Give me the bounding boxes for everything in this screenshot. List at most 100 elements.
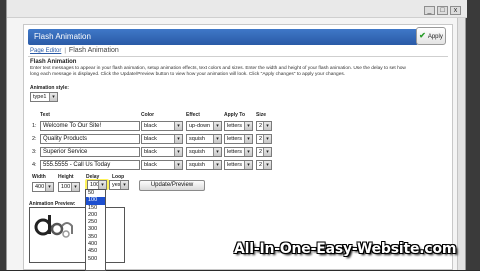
apply-to-select-4[interactable]: letters ▾ [224,160,253,170]
color-value: black [144,136,157,142]
chevron-down-icon: ▾ [244,161,252,169]
animation-style-select[interactable]: type1 ▾ [30,92,58,102]
chevron-down-icon: ▾ [263,161,271,169]
effect-value: squish [189,136,205,142]
apply-to-value: letters [227,123,242,129]
apply-to-select-3[interactable]: letters ▾ [224,147,253,157]
delay-option[interactable]: 300 [86,226,105,233]
update-preview-button[interactable]: Update/Preview [139,180,205,191]
apply-to-select-2[interactable]: letters ▾ [224,134,253,144]
chevron-down-icon: ▾ [213,148,221,156]
row-number: 2: [32,136,37,142]
apply-to-value: letters [227,162,242,168]
row-number: 4: [32,162,37,168]
checkmark-icon: ✔ [419,31,426,40]
width-select[interactable]: 400 ▾ [32,182,54,192]
chevron-down-icon: ▾ [244,122,252,130]
size-select-1[interactable]: 2 ▾ [256,121,272,131]
message-text-input-1[interactable]: Welcome To Our Site! [40,121,140,131]
breadcrumb: Page Editor | Flash Animation [30,47,119,54]
loop-select[interactable]: yes ▾ [109,180,129,190]
delay-dropdown-list[interactable]: 50 100 150 200 250 300 350 400 450 500 [85,189,106,271]
minimize-button[interactable]: _ [424,6,435,15]
size-value: 2 [259,162,263,168]
vertical-scrollbar[interactable] [457,18,465,270]
delay-option[interactable]: 150 [86,205,105,212]
chevron-down-icon: ▾ [174,122,182,130]
chevron-down-icon: ▾ [98,181,106,189]
effect-select-1[interactable]: up-down ▾ [186,121,222,131]
section-title: Flash Animation [30,59,77,65]
delay-option[interactable]: 500 [86,256,105,263]
chevron-down-icon: ▾ [263,135,271,143]
message-text-input-4[interactable]: 555.5555 - Call Us Today [40,160,140,170]
row-number: 3: [32,149,37,155]
size-value: 2 [259,136,263,142]
effect-value: squish [189,162,205,168]
effect-value: up-down [189,123,211,129]
delay-option[interactable]: 350 [86,234,105,241]
apply-to-value: letters [227,149,242,155]
breadcrumb-page-editor[interactable]: Page Editor [30,48,61,54]
color-select-2[interactable]: black ▾ [141,134,183,144]
delay-option[interactable]: 450 [86,248,105,255]
size-select-4[interactable]: 2 ▾ [256,160,272,170]
maximize-button[interactable]: □ [437,6,448,15]
delay-option-selected[interactable]: 100 [86,197,105,205]
width-label: Width [32,174,46,180]
size-value: 2 [259,123,263,129]
window-controls: _ □ x [424,6,461,15]
size-select-3[interactable]: 2 ▾ [256,147,272,157]
close-button[interactable]: x [450,6,461,15]
chevron-down-icon: ▾ [174,148,182,156]
color-select-1[interactable]: black ▾ [141,121,183,131]
column-header-effect: Effect [186,112,200,118]
delay-option[interactable]: 50 [86,190,105,197]
color-value: black [144,149,157,155]
height-label: Height [58,174,74,180]
apply-to-value: letters [227,136,242,142]
color-select-4[interactable]: black ▾ [141,160,183,170]
delay-option[interactable]: 400 [86,241,105,248]
apply-to-select-1[interactable]: letters ▾ [224,121,253,131]
chevron-down-icon: ▾ [71,183,79,191]
row-number: 1: [32,123,37,129]
chevron-down-icon: ▾ [244,135,252,143]
effect-value: squish [189,149,205,155]
chevron-down-icon: ▾ [45,183,53,191]
breadcrumb-separator: | [64,48,66,54]
chevron-down-icon: ▾ [174,135,182,143]
section-description: Enter text messages to appear in your fl… [30,66,406,77]
panel-header: Flash Animation [28,29,418,45]
screen: _ □ x Flash Animation ✔ Apply Page Editor… [0,0,480,271]
window-top-strip: _ □ x [7,0,467,18]
color-select-3[interactable]: black ▾ [141,147,183,157]
animation-preview-box [29,207,125,263]
column-header-size: Size [256,112,267,118]
message-text-input-3[interactable]: Superior Service [40,147,140,157]
effect-select-2[interactable]: squish ▾ [186,134,222,144]
apply-button[interactable]: ✔ Apply [416,27,446,45]
delay-option[interactable]: 200 [86,212,105,219]
message-text-input-2[interactable]: Quality Products [40,134,140,144]
height-select[interactable]: 100 ▾ [58,182,80,192]
animation-style-value: type1 [33,94,47,100]
chevron-down-icon: ▾ [263,122,271,130]
effect-select-3[interactable]: squish ▾ [186,147,222,157]
width-value: 400 [35,184,45,190]
column-header-text: Text [40,112,50,118]
chevron-down-icon: ▾ [49,93,57,101]
chevron-down-icon: ▾ [174,161,182,169]
breadcrumb-current: Flash Animation [68,47,119,54]
size-select-2[interactable]: 2 ▾ [256,134,272,144]
chevron-down-icon: ▾ [244,148,252,156]
color-value: black [144,162,157,168]
divider [28,56,448,57]
chevron-down-icon: ▾ [213,135,221,143]
height-value: 100 [61,184,71,190]
delay-option[interactable]: 250 [86,219,105,226]
effect-select-4[interactable]: squish ▾ [186,160,222,170]
animation-style-label: Animation style: [30,85,69,91]
chevron-down-icon: ▾ [213,122,221,130]
chevron-down-icon: ▾ [213,161,221,169]
